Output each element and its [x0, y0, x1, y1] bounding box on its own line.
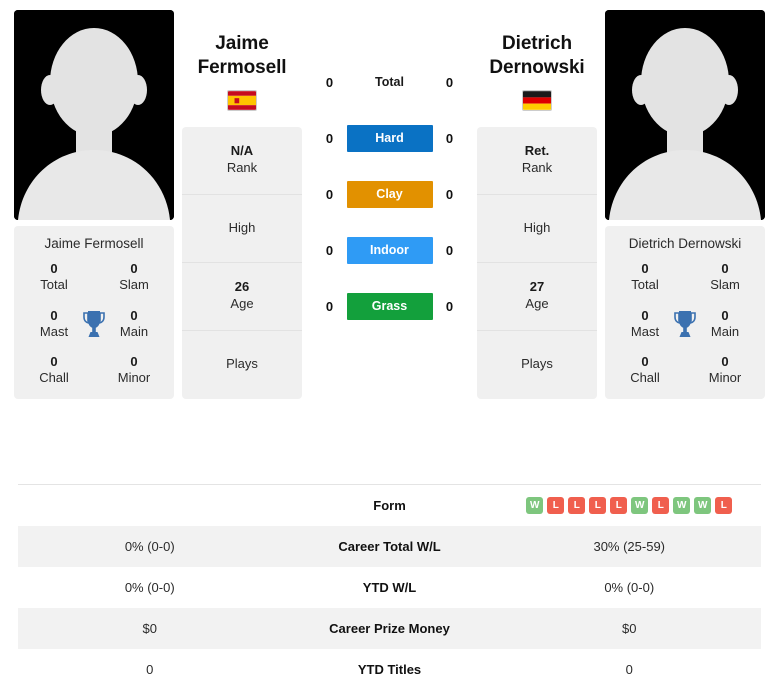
left-player-photo[interactable] — [14, 10, 174, 220]
h2h-clay-badge[interactable]: Clay — [346, 180, 433, 208]
stat-label-career-total-wl: Career Total W/L — [338, 539, 441, 554]
form-badge[interactable]: W — [526, 497, 544, 514]
left-titles-card: Jaime Fermosell 0 Total 0 Slam 0 Mast 0 … — [14, 226, 174, 399]
player-avatar-placeholder-icon — [605, 10, 765, 220]
head-to-head-surface-column: 0 Total 0 0 Hard 0 0 Clay 0 0 Indoor 0 0 — [310, 10, 469, 320]
right-title-slam: 0 Slam — [710, 261, 740, 293]
form-badge[interactable]: L — [715, 497, 733, 514]
h2h-clay-right-score: 0 — [445, 186, 454, 202]
left-high-section: High — [182, 195, 302, 263]
form-badge[interactable]: L — [610, 497, 628, 514]
trophy-icon — [79, 308, 109, 340]
comparison-stats-table: Form W L L L L W L W W L 0% (0-0) Career… — [18, 484, 761, 690]
trophy-icon — [670, 308, 700, 340]
left-info-card: N/A Rank High 26 Age Plays — [182, 126, 302, 399]
stat-label-form: Form — [373, 498, 406, 513]
form-badge[interactable]: L — [589, 497, 607, 514]
h2h-clay-left-score: 0 — [325, 186, 334, 202]
h2h-hard-badge[interactable]: Hard — [346, 124, 433, 152]
left-player-column: Jaime Fermosell 0 Total 0 Slam 0 Mast 0 … — [14, 10, 174, 399]
table-row: $0 Career Prize Money $0 — [18, 608, 761, 649]
table-row: 0% (0-0) Career Total W/L 30% (25-59) — [18, 526, 761, 567]
flag-spain-icon — [227, 89, 257, 111]
player-avatar-placeholder-icon — [14, 10, 174, 220]
right-title-total: 0 Total — [631, 261, 659, 293]
h2h-total-left-score: 0 — [325, 74, 334, 90]
right-player-last-name: Dernowski — [489, 57, 585, 79]
left-title-total: 0 Total — [40, 261, 68, 293]
right-high-section: High — [477, 195, 597, 263]
stat-label-career-prize-money: Career Prize Money — [329, 621, 450, 636]
h2h-hard-right-score: 0 — [445, 130, 454, 146]
left-title-chall: 0 Chall — [39, 354, 69, 386]
h2h-indoor-badge[interactable]: Indoor — [346, 236, 433, 264]
stat-label-ytd-wl: YTD W/L — [362, 580, 417, 595]
left-title-slam: 0 Slam — [119, 261, 149, 293]
right-player-name[interactable]: Dietrich Dernowski — [489, 10, 584, 81]
left-age-section: 26 Age — [182, 263, 302, 331]
left-plays-section: Plays — [226, 356, 258, 372]
right-plays-section: Plays — [521, 356, 553, 372]
right-age-section: 27 Age — [477, 263, 597, 331]
ytd-wl-right: 0% (0-0) — [604, 580, 655, 595]
h2h-total-label: Total — [375, 75, 404, 89]
flag-germany-icon — [522, 89, 552, 111]
h2h-row-total: 0 Total 0 — [310, 68, 469, 96]
ytd-titles-right: 0 — [625, 662, 633, 677]
career-total-wl-left: 0% (0-0) — [124, 539, 175, 554]
h2h-indoor-right-score: 0 — [445, 242, 454, 258]
right-info-column: Dietrich Dernowski Ret. Rank High 27 Age… — [477, 10, 597, 399]
form-badge[interactable]: L — [547, 497, 565, 514]
right-titles-grid: 0 Total 0 Slam 0 Mast 0 Main 0 Chall 0 M… — [605, 261, 765, 387]
right-player-column: Dietrich Dernowski 0 Total 0 Slam 0 Mast — [605, 10, 765, 399]
stat-label-ytd-titles: YTD Titles — [357, 662, 422, 677]
left-info-column: Jaime Fermosell N/A Rank High 26 Age Pla… — [182, 10, 302, 399]
player-comparison-page: Jaime Fermosell 0 Total 0 Slam 0 Mast 0 … — [0, 0, 779, 699]
table-row: 0 YTD Titles 0 — [18, 649, 761, 690]
left-player-name[interactable]: Jaime Fermosell — [198, 10, 287, 81]
form-badge[interactable]: W — [694, 497, 712, 514]
left-title-minor: 0 Minor — [117, 354, 151, 386]
right-player-first-name: Dietrich — [502, 33, 572, 54]
h2h-indoor-left-score: 0 — [325, 242, 334, 258]
table-row: Form W L L L L W L W W L — [18, 485, 761, 526]
right-title-chall: 0 Chall — [630, 354, 660, 386]
h2h-row-hard: 0 Hard 0 — [310, 124, 469, 152]
h2h-row-clay: 0 Clay 0 — [310, 180, 469, 208]
ytd-titles-left: 0 — [146, 662, 154, 677]
career-prize-money-right: $0 — [622, 621, 637, 636]
h2h-total-right-score: 0 — [445, 74, 454, 90]
h2h-grass-left-score: 0 — [325, 298, 334, 314]
form-badge[interactable]: L — [568, 497, 586, 514]
career-total-wl-right: 30% (25-59) — [593, 539, 666, 554]
right-titles-player-name: Dietrich Dernowski — [628, 236, 742, 251]
h2h-grass-right-score: 0 — [445, 298, 454, 314]
left-titles-grid: 0 Total 0 Slam 0 Mast 0 Main 0 Chall 0 M… — [14, 261, 174, 387]
left-player-last-name: Fermosell — [197, 57, 287, 79]
right-titles-card: Dietrich Dernowski 0 Total 0 Slam 0 Mast — [605, 226, 765, 399]
left-rank-section: N/A Rank — [182, 127, 302, 195]
left-titles-player-name: Jaime Fermosell — [44, 236, 144, 251]
form-badge[interactable]: W — [631, 497, 649, 514]
h2h-hard-left-score: 0 — [325, 130, 334, 146]
right-form-badges: W L L L L W L W W L — [526, 497, 733, 514]
right-info-card: Ret. Rank High 27 Age Plays — [477, 126, 597, 399]
table-row: 0% (0-0) YTD W/L 0% (0-0) — [18, 567, 761, 608]
form-badge[interactable]: W — [673, 497, 691, 514]
right-player-photo[interactable] — [605, 10, 765, 220]
h2h-row-indoor: 0 Indoor 0 — [310, 236, 469, 264]
h2h-row-grass: 0 Grass 0 — [310, 292, 469, 320]
comparison-header-area: Jaime Fermosell 0 Total 0 Slam 0 Mast 0 … — [0, 0, 779, 470]
left-player-first-name: Jaime — [215, 33, 269, 54]
h2h-grass-badge[interactable]: Grass — [346, 292, 433, 320]
form-badge[interactable]: L — [652, 497, 670, 514]
form-right-cell: W L L L L W L W W L — [498, 497, 762, 514]
ytd-wl-left: 0% (0-0) — [124, 580, 175, 595]
right-title-minor: 0 Minor — [708, 354, 742, 386]
career-prize-money-left: $0 — [142, 621, 157, 636]
right-rank-section: Ret. Rank — [477, 127, 597, 195]
